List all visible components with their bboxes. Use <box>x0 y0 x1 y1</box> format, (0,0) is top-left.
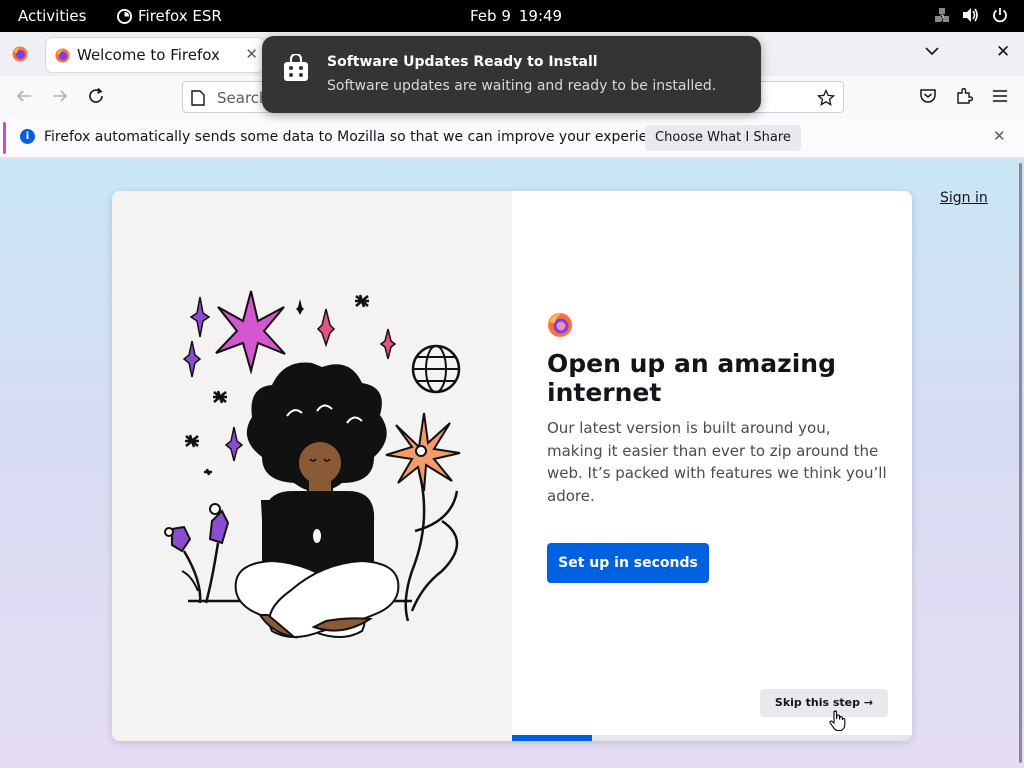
hand-cursor-icon <box>829 710 846 732</box>
volume-icon <box>963 8 978 22</box>
onboarding-card: Open up an amazing internet Our latest v… <box>112 191 912 741</box>
data-collection-notification: i Firefox automatically sends some data … <box>0 118 1024 158</box>
list-all-tabs-icon[interactable] <box>924 46 940 56</box>
system-menu[interactable]: ? <box>934 7 1008 23</box>
firefox-view-icon[interactable] <box>12 46 28 62</box>
choose-what-i-share-button[interactable]: Choose What I Share <box>645 125 801 151</box>
toast-title: Software Updates Ready to Install <box>327 54 598 70</box>
onboarding-illustration <box>112 191 512 741</box>
extensions-icon[interactable] <box>955 87 973 105</box>
onboarding-description: Our latest version is built around you, … <box>547 419 887 505</box>
info-icon: i <box>20 129 35 144</box>
system-top-bar: Activities Firefox ESR Feb 9 19:49 ? <box>0 0 1024 32</box>
page-icon <box>191 90 205 106</box>
welcome-page: Sign in Open up an amazing internet Our … <box>0 159 1024 768</box>
notification-close-icon[interactable]: ✕ <box>993 127 1006 145</box>
skip-step-button[interactable]: Skip this step → <box>760 689 888 717</box>
power-icon <box>993 8 1007 23</box>
app-menu[interactable]: Firefox ESR <box>117 7 222 25</box>
url-bar-placeholder: Search <box>217 89 269 107</box>
software-updates-toast[interactable]: Software Updates Ready to Install Softwa… <box>262 36 761 113</box>
window-close-icon[interactable]: ✕ <box>996 42 1010 62</box>
reload-icon[interactable] <box>87 87 105 105</box>
tab-title: Welcome to Firefox <box>77 46 220 64</box>
clock-date: Feb 9 <box>470 7 511 25</box>
set-up-button[interactable]: Set up in seconds <box>547 543 709 583</box>
onboarding-progress <box>512 735 912 741</box>
tab-welcome[interactable]: Welcome to Firefox ✕ <box>46 38 264 72</box>
onboarding-heading: Open up an amazing internet <box>547 349 836 407</box>
clock[interactable]: Feb 9 19:49 <box>470 7 562 25</box>
forward-icon[interactable] <box>51 87 69 105</box>
page-scrollbar[interactable] <box>1019 163 1022 763</box>
activities-button[interactable]: Activities <box>18 7 86 25</box>
svg-text:?: ? <box>940 14 945 23</box>
onboarding-progress-fill <box>512 735 592 741</box>
app-menu-icon[interactable] <box>991 87 1009 105</box>
firefox-app-icon <box>117 8 132 24</box>
tab-close-icon[interactable]: ✕ <box>245 45 258 63</box>
toast-body: Software updates are waiting and ready t… <box>327 78 717 94</box>
pocket-icon[interactable] <box>919 87 937 105</box>
notification-message: Firefox automatically sends some data to… <box>44 129 677 145</box>
firefox-logo-icon <box>548 313 572 337</box>
firefox-tab-icon <box>55 47 70 63</box>
app-name: Firefox ESR <box>138 7 222 25</box>
software-update-icon <box>284 54 308 81</box>
clock-time: 19:49 <box>518 7 563 25</box>
network-unknown-icon: ? <box>935 8 949 23</box>
person-with-laptop-illustration <box>164 290 461 639</box>
bookmark-star-icon[interactable] <box>817 89 835 107</box>
back-icon[interactable] <box>15 87 33 105</box>
notification-accent-line <box>3 122 6 154</box>
sign-in-link[interactable]: Sign in <box>940 190 988 206</box>
